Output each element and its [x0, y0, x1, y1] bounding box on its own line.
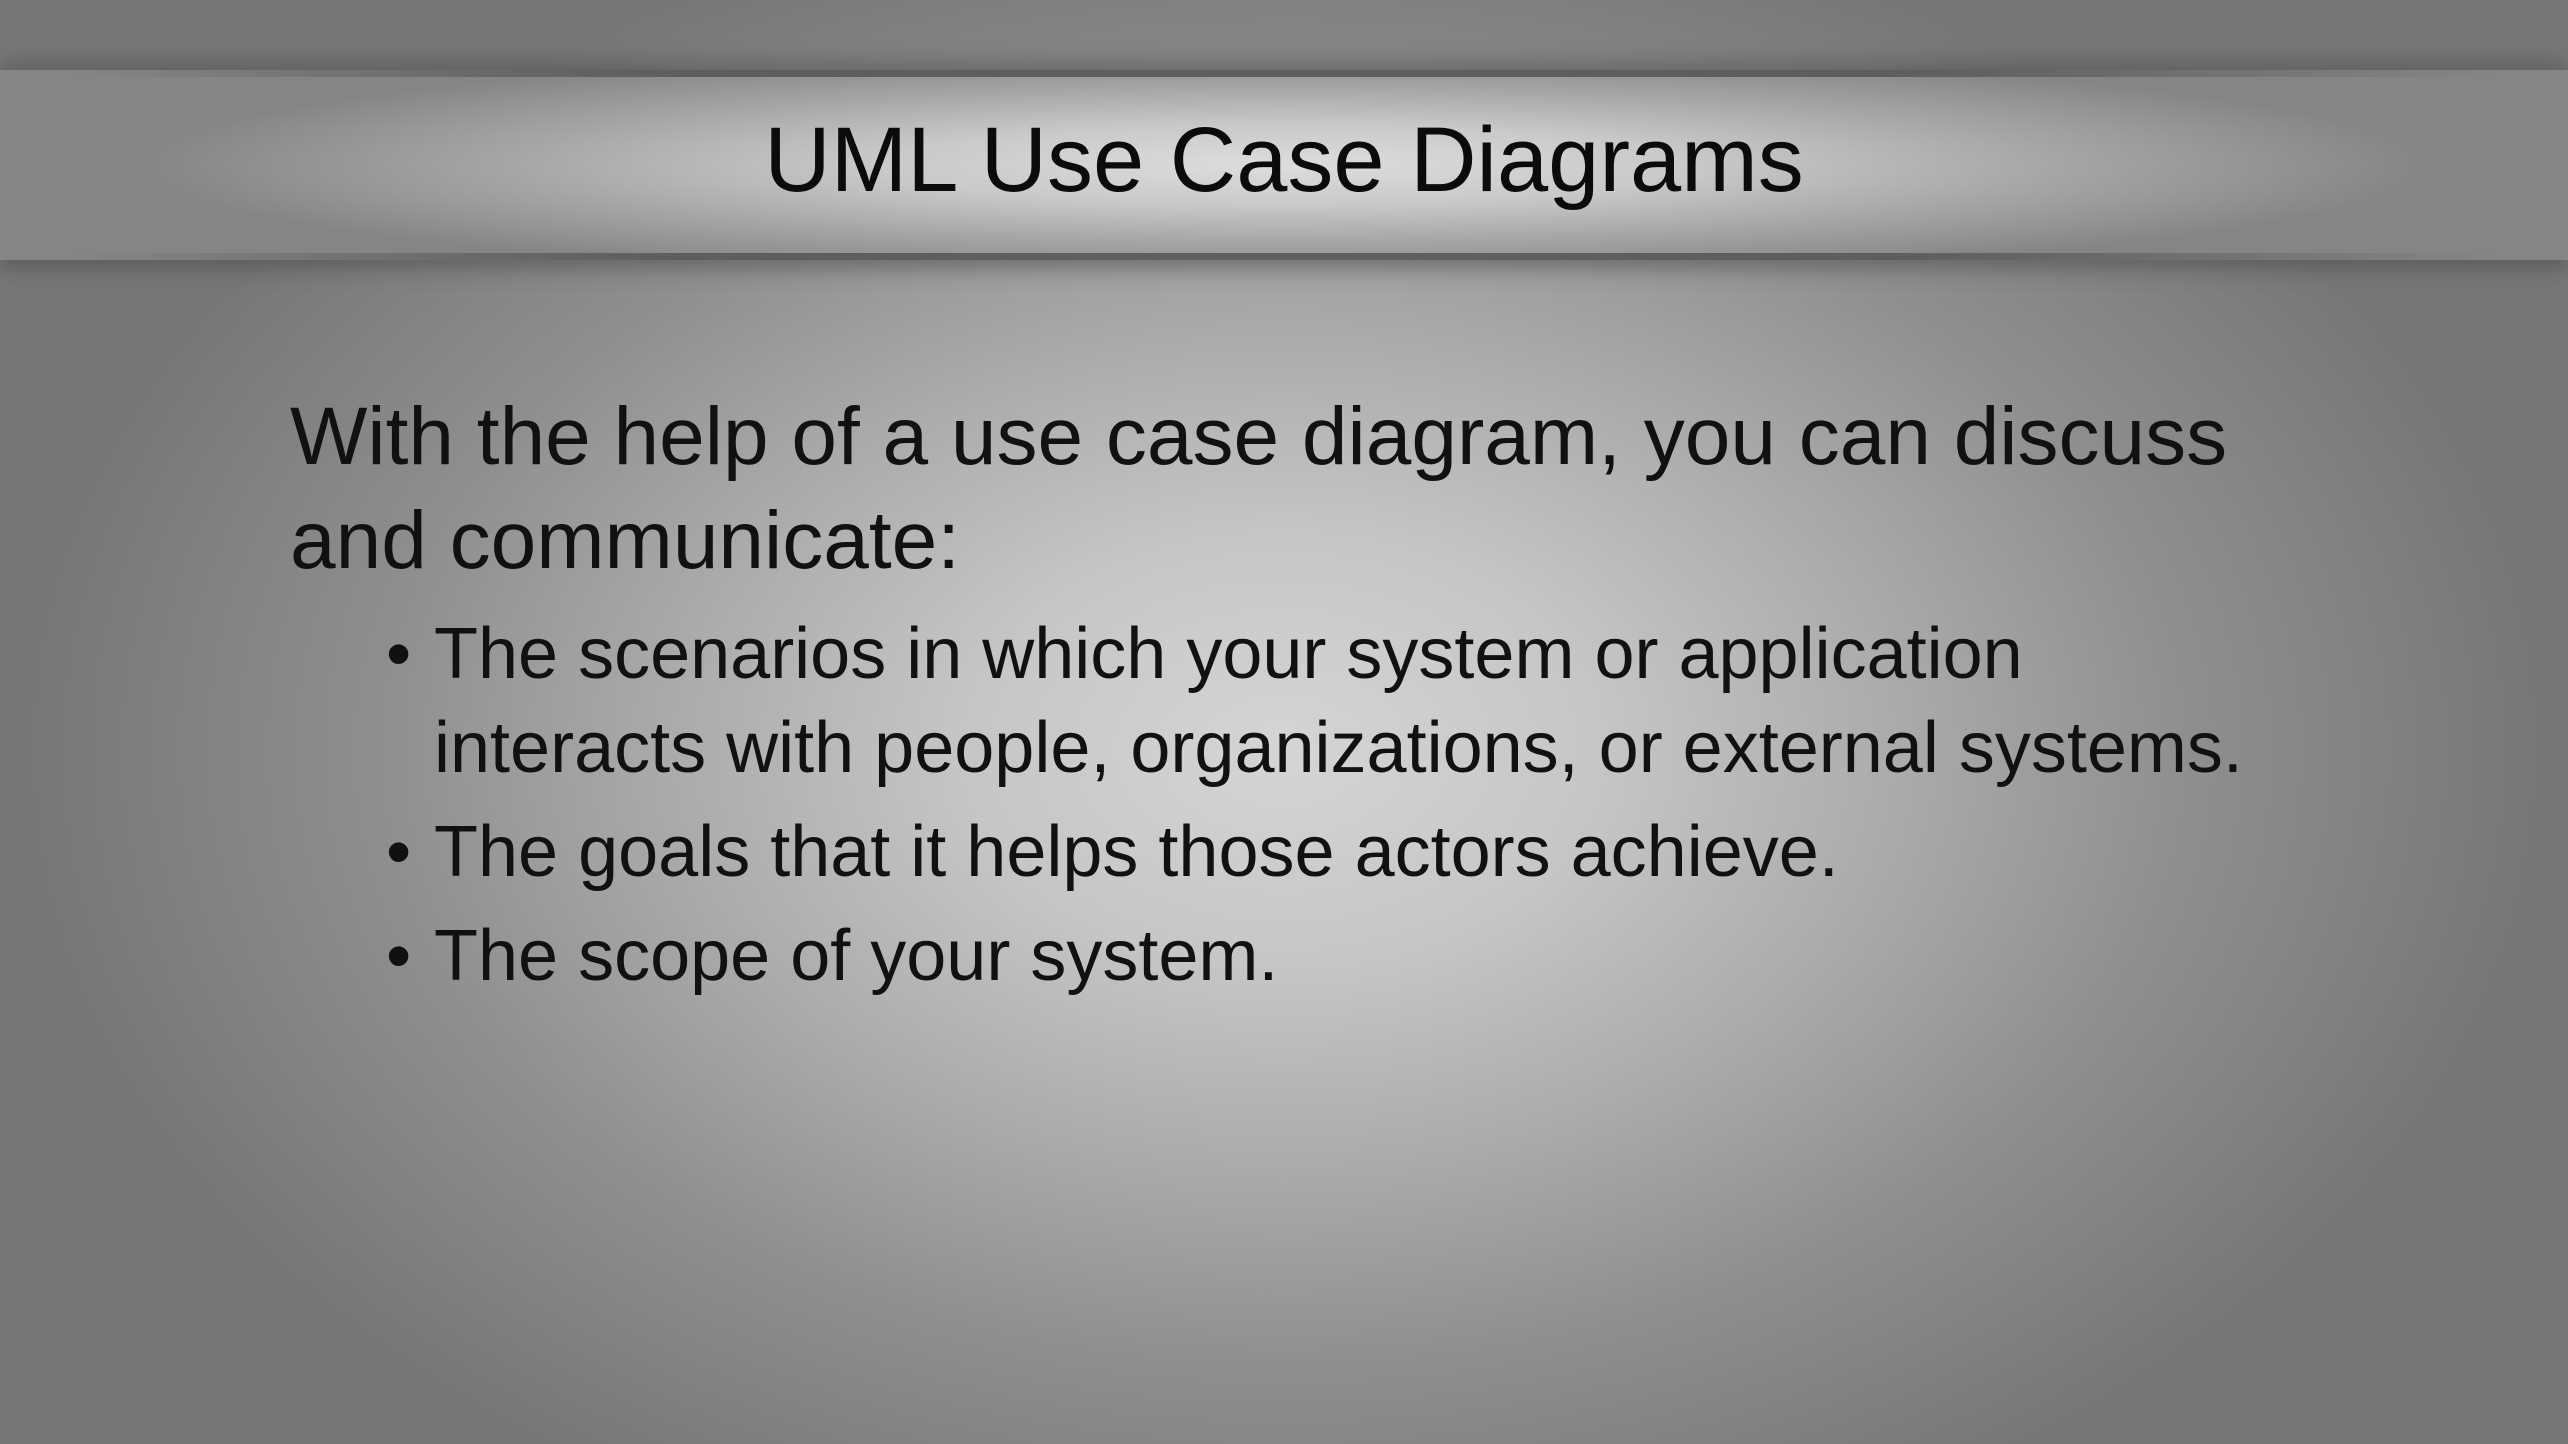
- bullet-icon: •: [386, 812, 412, 892]
- bullet-item: • The scope of your system.: [290, 909, 2254, 1003]
- bullet-item: • The goals that it helps those actors a…: [290, 805, 2254, 899]
- slide: UML Use Case Diagrams With the help of a…: [0, 0, 2568, 1444]
- bullet-text: The goals that it helps those actors ach…: [434, 812, 1839, 892]
- bullet-item: • The scenarios in which your system or …: [290, 607, 2254, 795]
- slide-content: With the help of a use case diagram, you…: [290, 385, 2370, 1003]
- intro-text: With the help of a use case diagram, you…: [290, 391, 2228, 586]
- bullet-text: The scope of your system.: [434, 916, 1279, 996]
- bullet-icon: •: [386, 916, 412, 996]
- bullet-list: • The scenarios in which your system or …: [290, 607, 2370, 1003]
- slide-title: UML Use Case Diagrams: [764, 109, 1804, 211]
- bullet-text: The scenarios in which your system or ap…: [434, 614, 2243, 788]
- bullet-icon: •: [386, 614, 412, 694]
